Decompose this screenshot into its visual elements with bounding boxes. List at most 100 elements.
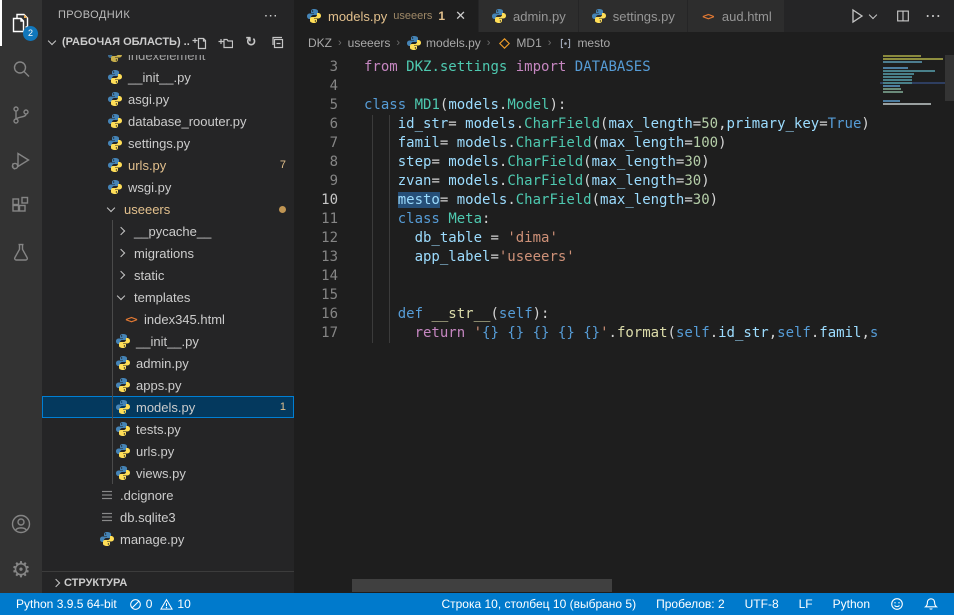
vscode-window: 2: [0, 0, 954, 593]
tree-item-database-roouter-py[interactable]: database_roouter.py: [42, 110, 294, 132]
tree-item-views-py[interactable]: views.py: [42, 462, 294, 484]
tree-item-models-py[interactable]: models.py1: [42, 396, 294, 418]
line-number: 6: [294, 115, 338, 134]
settings-gear-icon[interactable]: ⚙: [0, 547, 42, 593]
tree-item-useeers[interactable]: useeers: [42, 198, 294, 220]
tab-admin-py[interactable]: admin.py: [479, 0, 579, 32]
testing-icon[interactable]: [0, 230, 42, 276]
new-file-icon[interactable]: [190, 33, 208, 51]
line-number: 13: [294, 248, 338, 267]
code-line-11: 11 class Meta:: [294, 210, 880, 229]
python-icon: [107, 55, 123, 63]
run-debug-icon[interactable]: [0, 138, 42, 184]
tree-item-settings-py[interactable]: settings.py: [42, 132, 294, 154]
breadcrumb-separator: ›: [396, 37, 400, 49]
indentation-status[interactable]: Пробелов: 2: [650, 597, 731, 611]
cursor-position-status[interactable]: Строка 10, столбец 10 (выбрано 5): [435, 597, 642, 611]
code-line-6: 6 id_str= models.CharField(max_length=50…: [294, 115, 880, 134]
refresh-icon[interactable]: ↻: [242, 33, 260, 51]
explorer-sidebar: ПРОВОДНИК ⋯ (РАБОЧАЯ ОБЛАСТЬ) ... ↻: [42, 0, 294, 593]
code-line-8: 8 step= models.CharField(max_length=30): [294, 153, 880, 172]
editor-more-icon[interactable]: ⋯: [925, 6, 942, 26]
python-icon: [115, 377, 131, 393]
minimap[interactable]: [880, 55, 945, 106]
line-number: 11: [294, 210, 338, 229]
tab-settings-py[interactable]: settings.py: [579, 0, 688, 32]
tree-item-static[interactable]: static: [42, 264, 294, 286]
workspace-section-header[interactable]: (РАБОЧАЯ ОБЛАСТЬ) ... ↻: [42, 30, 294, 54]
chevron-right-icon: [117, 227, 125, 235]
python-icon: [115, 421, 131, 437]
breadcrumb-item-dkz[interactable]: DKZ: [308, 36, 332, 50]
breadcrumb-item-models-py[interactable]: models.py: [406, 35, 481, 51]
python-version-status[interactable]: Python 3.9.5 64-bit: [10, 597, 123, 611]
tab-badge: 1: [438, 9, 445, 23]
explorer-more-icon[interactable]: ⋯: [264, 7, 278, 24]
indent-guide: [389, 115, 390, 343]
breadcrumb-item-useeers[interactable]: useeers: [348, 36, 391, 50]
tree-item-manage-py[interactable]: manage.py: [42, 528, 294, 550]
tree-item-migrations[interactable]: migrations: [42, 242, 294, 264]
vertical-scrollbar[interactable]: [945, 55, 954, 101]
explorer-icon[interactable]: 2: [0, 0, 42, 46]
tree-item-db-sqlite3[interactable]: db.sqlite3: [42, 506, 294, 528]
tree-item-apps-py[interactable]: apps.py: [42, 374, 294, 396]
tree-item-indexelement[interactable]: indexelement: [42, 55, 294, 66]
warning-count: 10: [177, 597, 190, 611]
error-count: 0: [146, 597, 153, 611]
chevron-down-icon: [107, 203, 115, 211]
python-icon: [99, 531, 115, 547]
tree-item-urls-py[interactable]: urls.py7: [42, 154, 294, 176]
python-icon: [107, 69, 123, 85]
extensions-icon[interactable]: [0, 184, 42, 230]
code-line-15: 15: [294, 286, 880, 305]
tree-item--init-py[interactable]: __init__.py: [42, 66, 294, 88]
python-icon: [491, 8, 507, 24]
tree-item-wsgi-py[interactable]: wsgi.py: [42, 176, 294, 198]
tab-aud-html[interactable]: <>aud.html: [688, 0, 785, 32]
language-mode-status[interactable]: Python: [827, 597, 876, 611]
tree-item--init-py[interactable]: __init__.py: [42, 330, 294, 352]
tree-item-index345-html[interactable]: <>index345.html: [42, 308, 294, 330]
search-icon[interactable]: [0, 46, 42, 92]
run-dropdown-icon[interactable]: [869, 10, 877, 18]
file-icon: [99, 509, 115, 525]
horizontal-scrollbar[interactable]: [352, 579, 612, 592]
tab-models-py[interactable]: models.pyuseeers1✕: [294, 0, 479, 32]
tree-item-admin-py[interactable]: admin.py: [42, 352, 294, 374]
outline-section-header[interactable]: СТРУКТУРА: [42, 571, 294, 593]
code-editor[interactable]: 3from DKZ.settings import DATABASES45cla…: [294, 54, 880, 593]
python-icon: [115, 399, 131, 415]
indent-guide: [372, 115, 373, 343]
line-number: 4: [294, 77, 338, 96]
feedback-icon[interactable]: [884, 597, 910, 611]
activity-bar: 2: [0, 0, 42, 593]
new-folder-icon[interactable]: [216, 33, 234, 51]
tree-item--dcignore[interactable]: .dcignore: [42, 484, 294, 506]
editor-group: models.py useeers 1 ✕ admin.pysettings.py<>a…: [294, 0, 954, 593]
tree-item-templates[interactable]: templates: [42, 286, 294, 308]
status-bar: Python 3.9.5 64-bit 0 10 Строка 10, стол…: [0, 593, 954, 615]
split-editor-icon[interactable]: [895, 8, 911, 24]
breadcrumb-item-md1[interactable]: MD1: [496, 35, 541, 51]
close-icon[interactable]: ✕: [455, 8, 466, 24]
notifications-bell-icon[interactable]: [918, 597, 944, 611]
code-line-13: 13 app_label='useeers': [294, 248, 880, 267]
line-number: 8: [294, 153, 338, 172]
run-button[interactable]: [848, 7, 881, 25]
eol-status[interactable]: LF: [793, 597, 819, 611]
workspace-label: (РАБОЧАЯ ОБЛАСТЬ) ...: [62, 36, 190, 48]
tree-item-tests-py[interactable]: tests.py: [42, 418, 294, 440]
file-icon: [99, 487, 115, 503]
account-icon[interactable]: [0, 501, 42, 547]
chevron-right-icon: [52, 578, 60, 586]
git-badge: 7: [280, 159, 286, 171]
tree-item-urls-py[interactable]: urls.py: [42, 440, 294, 462]
source-control-icon[interactable]: [0, 92, 42, 138]
tree-item--pycache-[interactable]: __pycache__: [42, 220, 294, 242]
collapse-all-icon[interactable]: [268, 33, 286, 51]
tree-item-asgi-py[interactable]: asgi.py: [42, 88, 294, 110]
encoding-status[interactable]: UTF-8: [739, 597, 785, 611]
problems-status[interactable]: 0 10: [123, 597, 197, 611]
breadcrumb-item-mesto[interactable]: mesto: [557, 35, 610, 51]
